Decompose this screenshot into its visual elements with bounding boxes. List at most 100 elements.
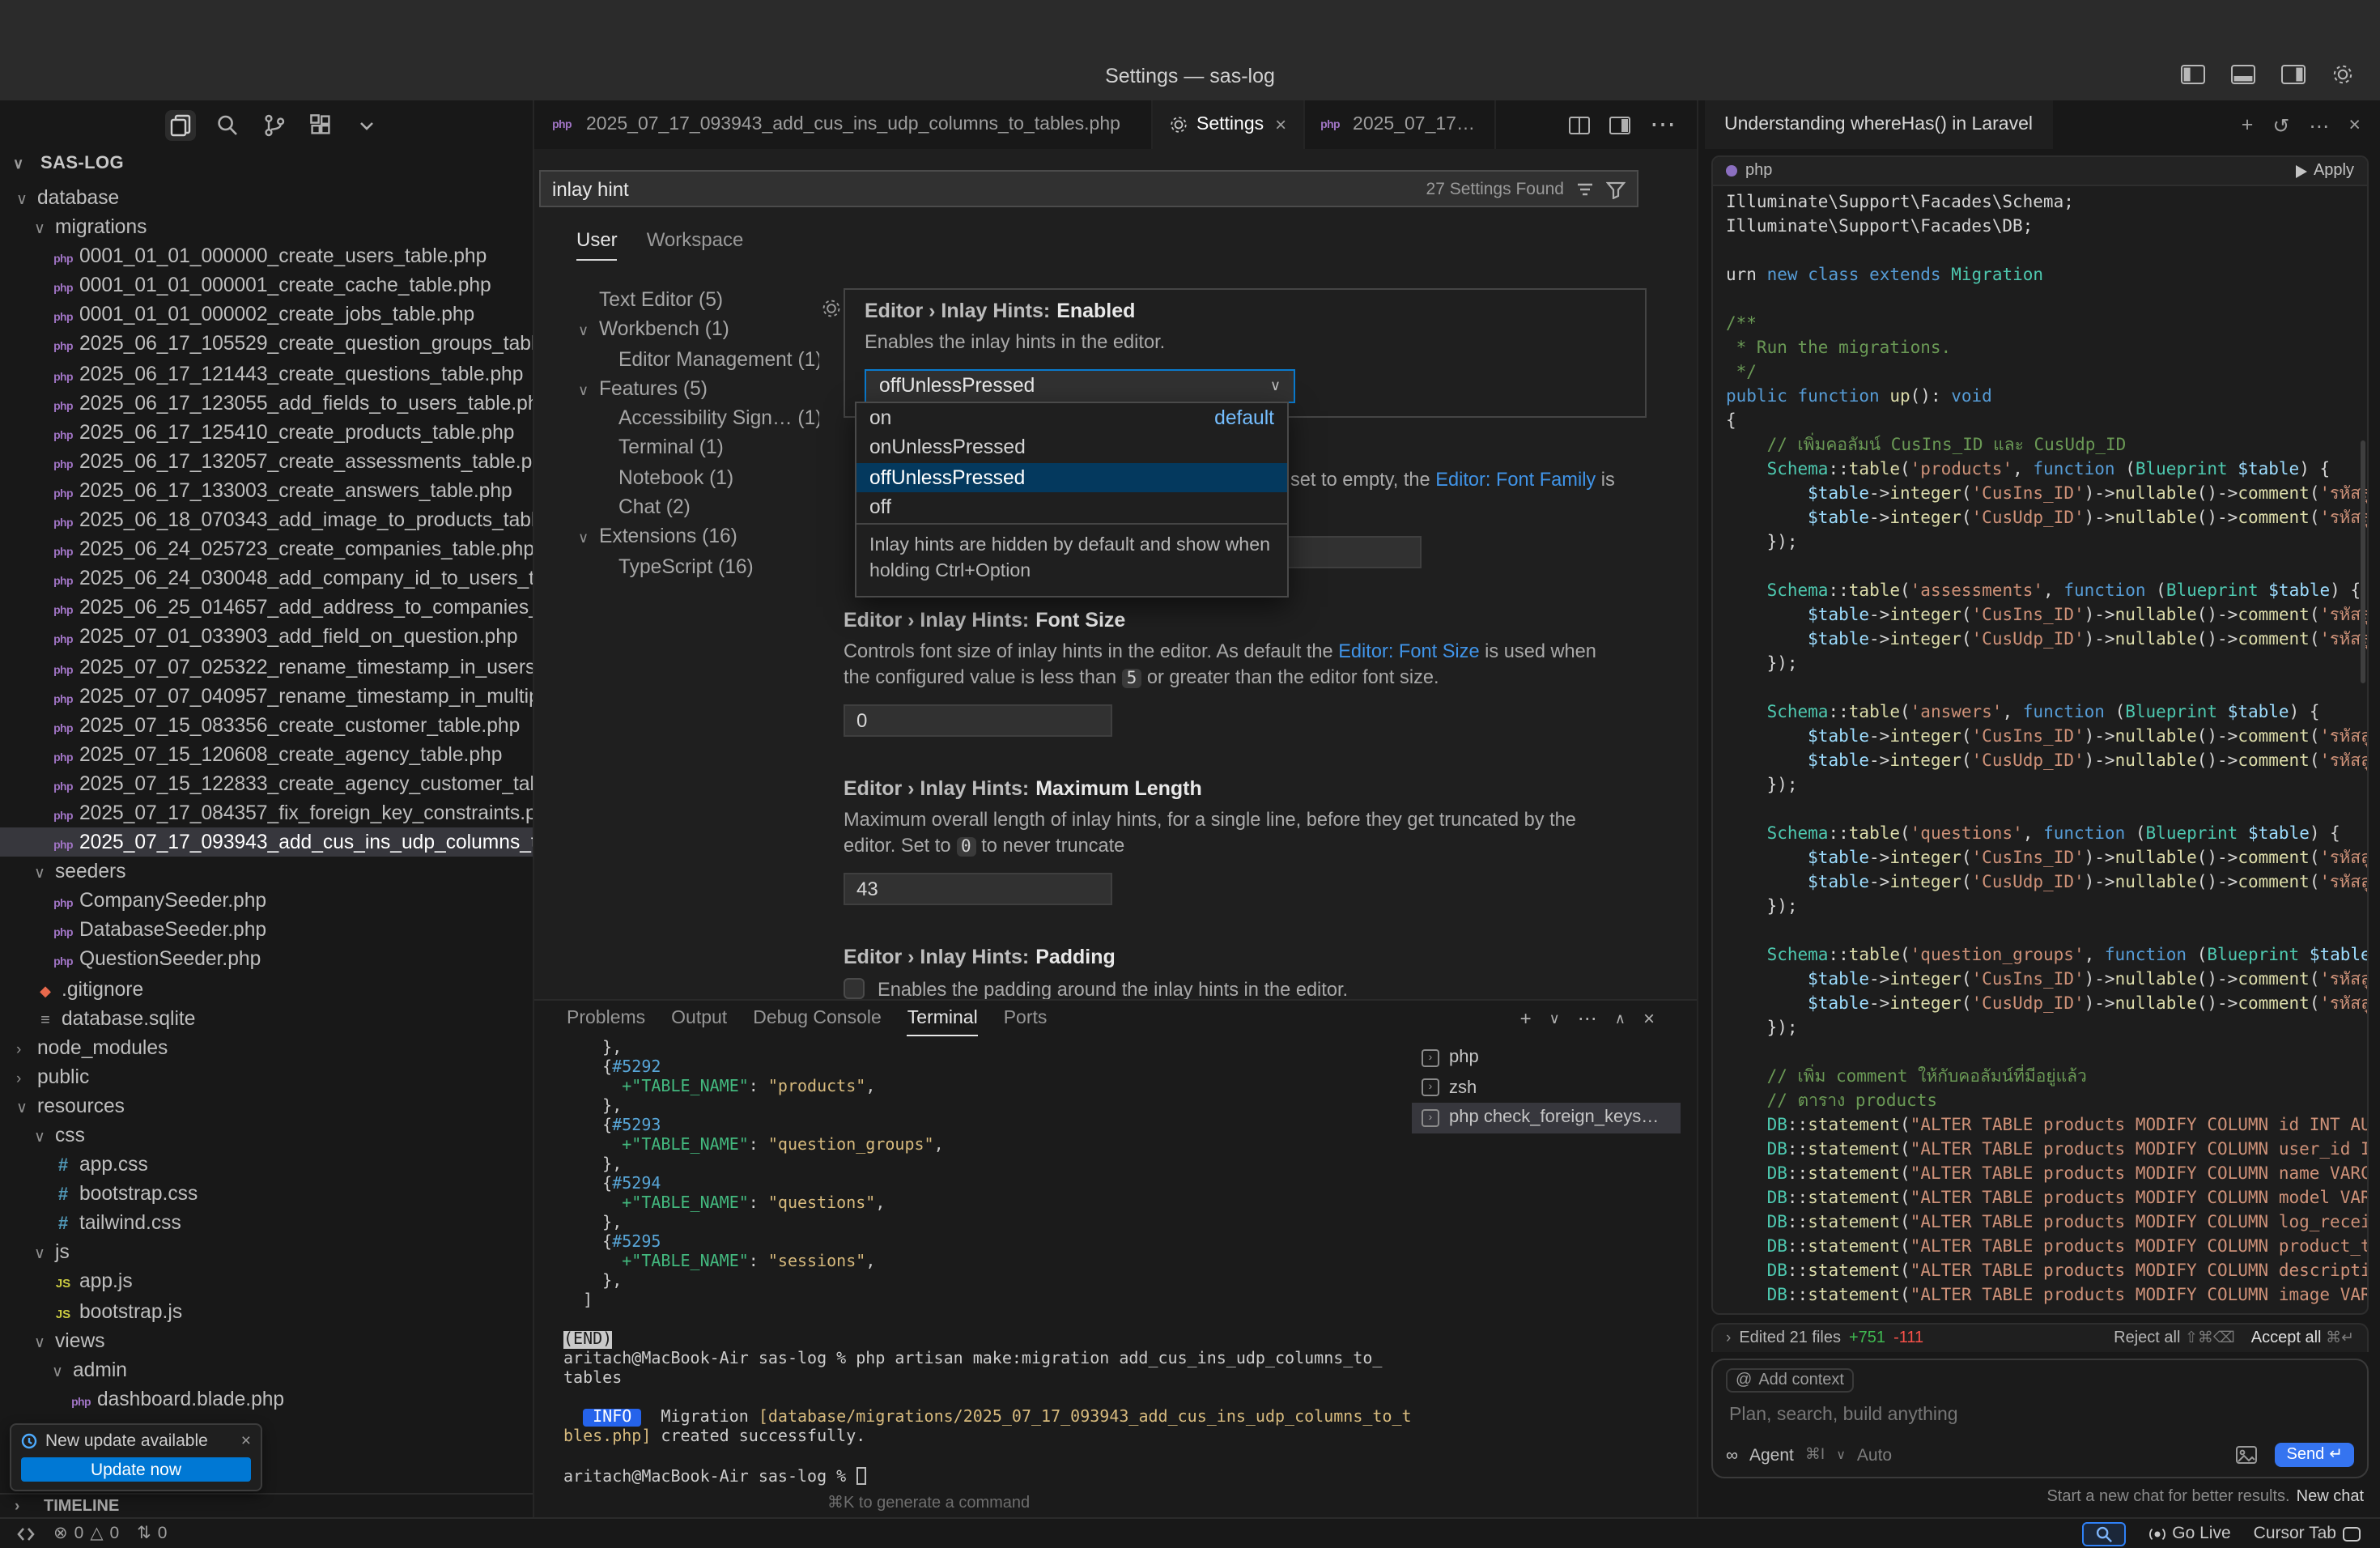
more-views-chevron-icon[interactable] [353,111,380,138]
toc-item[interactable]: TypeScript (16) [576,551,819,581]
terminal-session[interactable]: ›zsh [1412,1073,1681,1103]
tree-file[interactable]: ◆.gitignore [0,974,533,1003]
tree-file[interactable]: php2025_06_17_132057_create_assessments_… [0,447,533,476]
toggle-panel-icon[interactable] [2228,62,2259,87]
dropdown-option[interactable]: off [856,492,1287,522]
tree-file[interactable]: JSbootstrap.js [0,1296,533,1325]
terminal-session[interactable]: ›php check_foreign_keys… [1412,1103,1681,1133]
tree-file[interactable]: php2025_06_17_123055_add_fields_to_users… [0,388,533,417]
tree-file[interactable]: phpdashboard.blade.php [0,1384,533,1414]
toc-item[interactable]: Text Editor (5) [576,285,819,315]
explorer-icon[interactable] [165,109,196,140]
tab-user[interactable]: User [576,228,618,261]
terminal-profile-chevron-icon[interactable]: ∨ [1549,1010,1560,1027]
padding-checkbox[interactable] [844,978,865,999]
cursor-tab-indicator[interactable]: Cursor Tab [2254,1524,2361,1543]
close-chat-icon[interactable]: × [2348,113,2361,136]
tree-folder[interactable]: ›public [0,1062,533,1091]
new-chat-link[interactable]: New chat [2297,1488,2364,1506]
tree-folder[interactable]: ∨database [0,183,533,212]
max-length-input[interactable]: 43 [844,873,1112,905]
tab-problems[interactable]: Problems [567,1001,645,1036]
tree-folder[interactable]: ∨views [0,1325,533,1354]
tree-file[interactable]: php2025_06_24_030048_add_company_id_to_u… [0,563,533,593]
tree-folder[interactable]: ∨seeders [0,857,533,886]
new-chat-icon[interactable]: + [2242,113,2254,136]
chevron-down-icon[interactable]: ∨ [1836,1448,1846,1462]
terminal-session[interactable]: ›php [1412,1043,1681,1073]
image-attach-icon[interactable] [2237,1446,2258,1464]
tree-file[interactable]: php2025_07_17_093943_add_cus_ins_udp_col… [0,827,533,857]
tree-file[interactable]: #app.css [0,1150,533,1179]
tab-output[interactable]: Output [671,1001,727,1036]
tree-folder[interactable]: ›node_modules [0,1032,533,1061]
dropdown-option[interactable]: onUnlessPressed [856,433,1287,463]
close-panel-icon[interactable]: × [1643,1007,1655,1030]
more-actions-icon[interactable]: ⋯ [1650,108,1676,141]
toggle-left-sidebar-icon[interactable] [2178,62,2208,87]
tree-folder[interactable]: ∨css [0,1121,533,1150]
tree-file[interactable]: php2025_06_17_125410_create_products_tab… [0,418,533,447]
tree-file[interactable]: php2025_06_24_025723_create_companies_ta… [0,534,533,563]
tree-file[interactable]: php2025_07_17_084357_fix_foreign_key_con… [0,798,533,827]
scrollbar[interactable] [2361,440,2365,683]
maximize-panel-icon[interactable]: ∧ [1615,1010,1626,1027]
close-icon[interactable]: × [241,1431,251,1451]
accept-all-button[interactable]: Accept all ⌘↵ [2251,1329,2354,1347]
tree-file[interactable]: php2025_07_15_122833_create_agency_custo… [0,769,533,798]
settings-gear-icon[interactable] [2328,60,2357,89]
ports-indicator[interactable]: ⇅0 [137,1524,167,1543]
reject-all-button[interactable]: Reject all ⇧⌘⌫ [2114,1329,2235,1347]
update-now-button[interactable]: Update now [21,1457,251,1482]
enabled-dropdown[interactable]: offUnlessPressed ∨ [865,368,1295,402]
tree-file[interactable]: php2025_06_17_133003_create_answers_tabl… [0,476,533,505]
tree-folder[interactable]: ∨admin [0,1355,533,1384]
editor-layout-icon[interactable] [1609,116,1630,134]
clear-filter-icon[interactable] [1575,179,1595,198]
agent-mode-button[interactable]: Agent [1749,1445,1794,1465]
status-search-button[interactable] [2081,1521,2125,1546]
toggle-right-sidebar-icon[interactable] [2278,62,2309,87]
remote-icon[interactable] [16,1525,36,1542]
toc-item[interactable]: ∨Extensions (16) [576,522,819,552]
chat-tab[interactable]: Understanding whereHas() in Laravel [1705,100,2052,149]
model-auto-button[interactable]: Auto [1857,1445,1892,1465]
tab-migration-084357[interactable]: php 2025_07_17_084357_fix_foreign_key_co… [1304,100,1495,149]
chat-composer[interactable]: @ Add context Plan, search, build anythi… [1711,1359,2369,1478]
toc-item[interactable]: ∨Features (5) [576,374,819,404]
setting-gear-icon[interactable] [821,298,842,319]
tree-file[interactable]: php2025_06_18_070343_add_image_to_produc… [0,505,533,534]
tab-workspace[interactable]: Workspace [647,228,744,261]
explorer-root[interactable]: ∨SAS-LOG [13,154,124,173]
tree-file[interactable]: php2025_07_15_120608_create_agency_table… [0,740,533,769]
search-icon[interactable] [212,109,243,140]
tree-file[interactable]: php0001_01_01_000000_create_users_table.… [0,241,533,270]
tree-file[interactable]: php2025_07_07_025322_rename_timestamp_in… [0,652,533,681]
tree-file[interactable]: php0001_01_01_000002_create_jobs_table.p… [0,300,533,330]
tree-file[interactable]: phpDatabaseSeeder.php [0,916,533,945]
tab-migration-093943[interactable]: php 2025_07_17_093943_add_cus_ins_udp_co… [534,100,1153,149]
tree-file[interactable]: php2025_07_07_040957_rename_timestamp_in… [0,681,533,710]
toc-item[interactable]: Accessibility Sign… (1) [576,403,819,433]
dropdown-option[interactable]: ondefault [856,403,1287,433]
toc-item[interactable]: Notebook (1) [576,463,819,493]
tab-debug-console[interactable]: Debug Console [753,1001,882,1036]
tree-folder[interactable]: ∨migrations [0,212,533,241]
tree-file[interactable]: php2025_06_17_121443_create_questions_ta… [0,359,533,388]
tree-file[interactable]: php2025_07_01_033903_add_field_on_questi… [0,623,533,652]
settings-search-input[interactable]: inlay hint 27 Settings Found [539,170,1638,207]
apply-button[interactable]: Apply [2296,162,2354,180]
problems-indicator[interactable]: ⊗0 △0 [53,1524,119,1543]
tree-file[interactable]: php0001_01_01_000001_create_cache_table.… [0,271,533,300]
tree-file[interactable]: php2025_06_17_105529_create_question_gro… [0,330,533,359]
toc-item[interactable]: Terminal (1) [576,433,819,463]
add-context-button[interactable]: @ Add context [1726,1368,1854,1393]
chat-more-icon[interactable]: ⋯ [2309,113,2329,137]
split-editor-icon[interactable] [1569,116,1590,134]
toc-item[interactable]: ∨Workbench (1) [576,315,819,345]
close-icon[interactable]: × [1275,113,1286,136]
send-button[interactable]: Send↵ [2276,1443,2355,1467]
timeline-section[interactable]: ›TIMELINE [0,1493,533,1517]
go-live-button[interactable]: Go Live [2148,1524,2230,1543]
filter-funnel-icon[interactable] [1606,179,1626,198]
